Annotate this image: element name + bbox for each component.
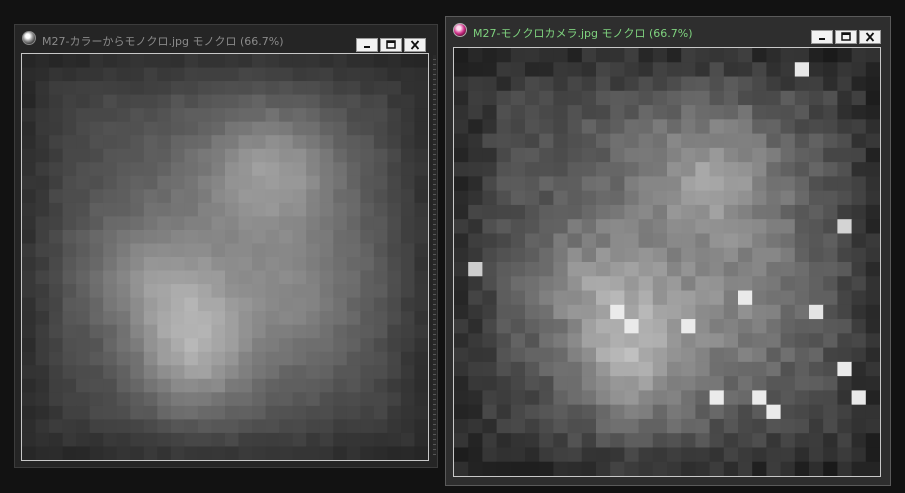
minimize-icon (364, 46, 370, 48)
close-button[interactable] (404, 38, 426, 52)
nebula-image (22, 54, 428, 460)
window-controls (356, 38, 426, 52)
image-canvas[interactable] (21, 53, 429, 461)
nebula-image (454, 48, 880, 476)
image-window-right[interactable]: M27-モノクロカメラ.jpg モノクロ (66.7%) (445, 16, 891, 486)
maximize-button[interactable] (380, 38, 402, 52)
title-bar[interactable]: M27-モノクロカメラ.jpg モノクロ (66.7%) (446, 17, 890, 47)
minimize-icon (819, 38, 825, 40)
image-canvas[interactable] (453, 47, 881, 477)
minimize-button[interactable] (811, 30, 833, 44)
window-controls (811, 30, 881, 44)
maximize-icon (386, 40, 396, 49)
app-icon (453, 23, 467, 37)
maximize-button[interactable] (835, 30, 857, 44)
window-title: M27-モノクロカメラ.jpg モノクロ (66.7%) (473, 27, 693, 40)
window-title: M27-カラーからモノクロ.jpg モノクロ (66.7%) (42, 35, 284, 48)
app-icon (22, 31, 36, 45)
image-window-left[interactable]: M27-カラーからモノクロ.jpg モノクロ (66.7%) (14, 24, 438, 468)
title-bar[interactable]: M27-カラーからモノクロ.jpg モノクロ (66.7%) (15, 25, 437, 55)
scroll-edge (433, 55, 436, 455)
minimize-button[interactable] (356, 38, 378, 52)
close-button[interactable] (859, 30, 881, 44)
maximize-icon (841, 32, 851, 41)
close-icon (865, 32, 875, 42)
close-icon (410, 40, 420, 50)
